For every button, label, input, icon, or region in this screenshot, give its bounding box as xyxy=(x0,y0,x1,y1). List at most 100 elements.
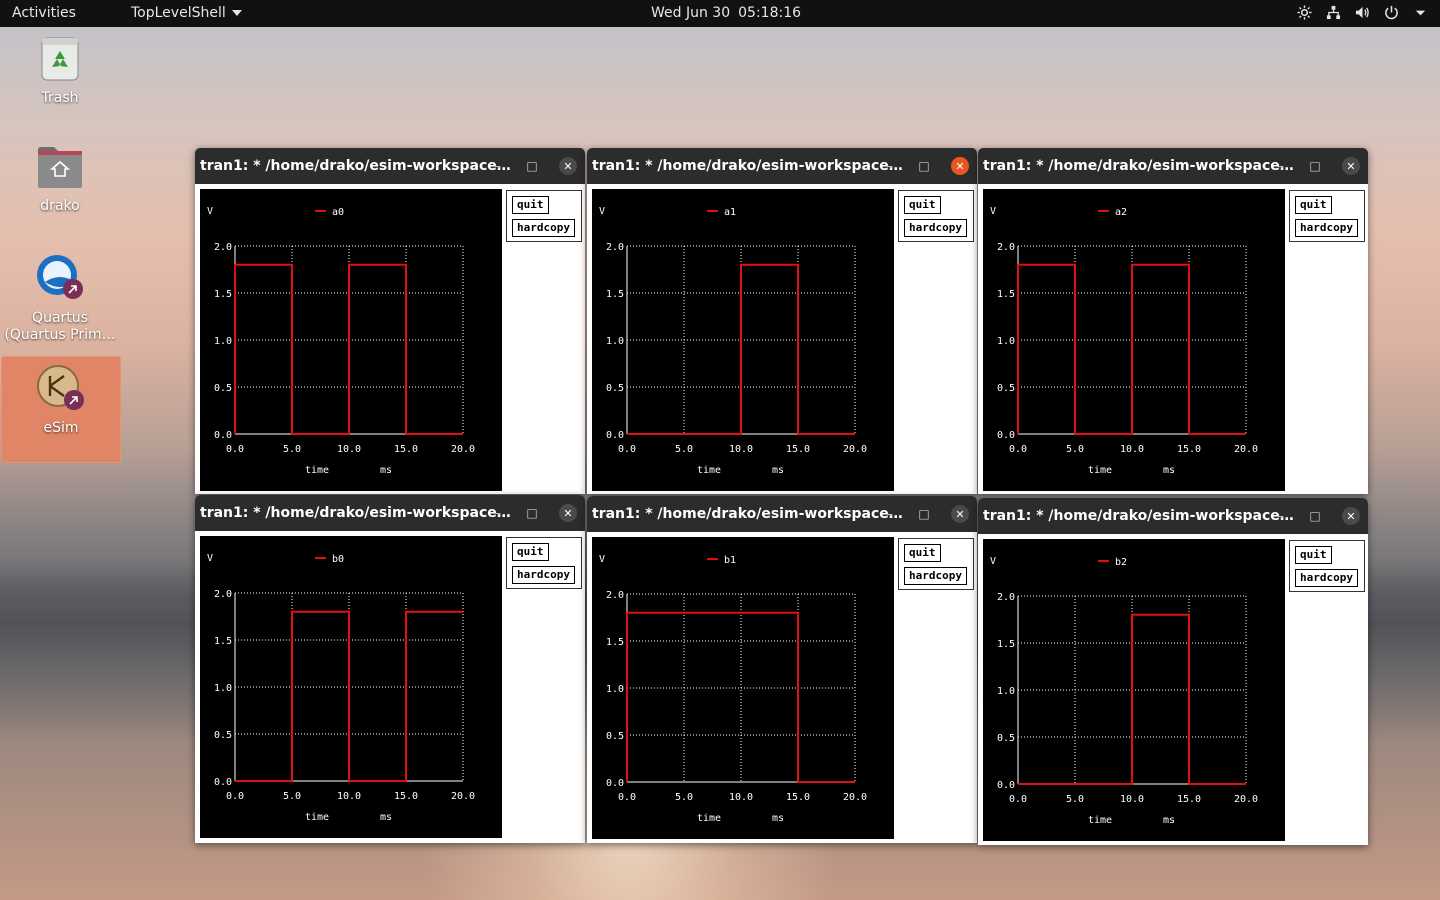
x-axis-unit: ms xyxy=(1163,815,1175,826)
y-tick-label: 0.0 xyxy=(214,430,232,441)
y-tick-label: 1.0 xyxy=(606,336,624,347)
window-titlebar[interactable]: tran1: * /home/drako/esim-workspace… – □… xyxy=(195,148,585,184)
maximize-icon[interactable]: □ xyxy=(1306,507,1324,525)
hardcopy-button[interactable]: hardcopy xyxy=(1295,569,1358,587)
hardcopy-button[interactable]: hardcopy xyxy=(904,567,967,585)
window-titlebar[interactable]: tran1: * /home/drako/esim-workspace… – □… xyxy=(587,496,977,532)
plot-window[interactable]: tran1: * /home/drako/esim-workspace… – □… xyxy=(195,148,585,494)
app-menu-label: TopLevelShell xyxy=(131,5,226,21)
x-axis-label: time xyxy=(1088,815,1112,826)
plot-area[interactable]: Vb1 0.0 5.0 10.0 15.0 20.0 0.0 0.5 1.0 1.5 2.0 time… xyxy=(592,537,894,839)
clock[interactable]: Wed Jun 30 05:18:16 xyxy=(651,5,801,21)
legend-label: a1 xyxy=(724,207,736,218)
quit-button[interactable]: quit xyxy=(512,196,549,214)
desktop-icon-esim[interactable]: eSim xyxy=(1,356,121,463)
waveform-chart: Va2 0.0 5.0 10.0 15.0 20.0 0.0 0.5 1.0 1.5 2.0 time… xyxy=(990,206,1258,476)
window-title: tran1: * /home/drako/esim-workspace… xyxy=(592,506,903,522)
close-icon[interactable]: ✕ xyxy=(1342,157,1360,175)
system-tray[interactable] xyxy=(1296,4,1428,20)
x-tick-label: 5.0 xyxy=(283,444,301,455)
plot-window[interactable]: tran1: * /home/drako/esim-workspace… – □… xyxy=(587,496,977,843)
waveform-trace-a0 xyxy=(234,263,463,435)
legend-label: b1 xyxy=(724,555,736,566)
window-title: tran1: * /home/drako/esim-workspace… xyxy=(200,158,511,174)
activities-button[interactable]: Activities xyxy=(12,5,76,21)
plot-window[interactable]: tran1: * /home/drako/esim-workspace… – □… xyxy=(978,498,1368,845)
plot-area[interactable]: Va0 0.0 5.0 10.0 15.0 20.0 0.0 0.5 1.0 1.5 2.0 time… xyxy=(200,189,502,491)
brightness-icon[interactable] xyxy=(1296,4,1312,20)
x-axis-unit: ms xyxy=(772,465,784,476)
waveform-chart: Va1 0.0 5.0 10.0 15.0 20.0 0.0 0.5 1.0 1.5 2.0 time… xyxy=(599,206,867,476)
window-titlebar[interactable]: tran1: * /home/drako/esim-workspace… – □… xyxy=(978,148,1368,184)
top-bar: Activities TopLevelShell Wed Jun 30 05:18… xyxy=(0,0,1440,27)
waveform-trace-a1 xyxy=(627,263,855,435)
x-axis-unit: ms xyxy=(1163,465,1175,476)
power-icon[interactable] xyxy=(1383,4,1399,20)
trash-icon xyxy=(1,34,119,86)
plot-window[interactable]: tran1: * /home/drako/esim-workspace… – □… xyxy=(587,148,977,494)
maximize-icon[interactable]: □ xyxy=(523,157,541,175)
x-axis-label: time xyxy=(305,812,329,823)
desktop-icon-quartus[interactable]: Quartus (Quartus Prim… xyxy=(1,252,119,344)
minimize-icon[interactable]: – xyxy=(881,157,899,175)
x-axis-label: time xyxy=(697,465,721,476)
minimize-icon[interactable]: – xyxy=(489,504,507,522)
quit-button[interactable]: quit xyxy=(904,544,941,562)
close-icon[interactable]: ✕ xyxy=(559,157,577,175)
close-icon[interactable]: ✕ xyxy=(951,157,969,175)
maximize-icon[interactable]: □ xyxy=(915,157,933,175)
quit-button[interactable]: quit xyxy=(1295,196,1332,214)
minimize-icon[interactable]: – xyxy=(489,157,507,175)
window-titlebar[interactable]: tran1: * /home/drako/esim-workspace… – □… xyxy=(195,495,585,531)
desktop-icon-trash[interactable]: Trash xyxy=(1,34,119,107)
maximize-icon[interactable]: □ xyxy=(1306,157,1324,175)
x-tick-label: 15.0 xyxy=(786,444,810,455)
close-icon[interactable]: ✕ xyxy=(951,505,969,523)
x-tick-label: 0.0 xyxy=(1009,794,1027,805)
quit-button[interactable]: quit xyxy=(904,196,941,214)
close-icon[interactable]: ✕ xyxy=(1342,507,1360,525)
plot-area[interactable]: Va2 0.0 5.0 10.0 15.0 20.0 0.0 0.5 1.0 1.5 2.0 time… xyxy=(983,189,1285,491)
maximize-icon[interactable]: □ xyxy=(523,504,541,522)
minimize-icon[interactable]: – xyxy=(881,505,899,523)
desktop-icon-home[interactable]: drako xyxy=(1,144,119,215)
waveform-trace-a2 xyxy=(1017,263,1246,435)
plot-area[interactable]: Vb0 0.0 5.0 10.0 15.0 20.0 0.0 0.5 1.0 1.5 2.0 time… xyxy=(200,536,502,838)
maximize-icon[interactable]: □ xyxy=(915,505,933,523)
network-icon[interactable] xyxy=(1325,4,1341,20)
window-titlebar[interactable]: tran1: * /home/drako/esim-workspace… – □… xyxy=(978,498,1368,534)
quit-button[interactable]: quit xyxy=(512,543,549,561)
x-tick-label: 20.0 xyxy=(1234,794,1258,805)
chevron-down-icon[interactable] xyxy=(1412,4,1428,20)
waveform-chart: Vb2 0.0 5.0 10.0 15.0 20.0 0.0 0.5 1.0 1.5 2.0 time… xyxy=(990,556,1258,826)
hardcopy-button[interactable]: hardcopy xyxy=(1295,219,1358,237)
minimize-icon[interactable]: – xyxy=(1272,157,1290,175)
x-tick-label: 10.0 xyxy=(1120,794,1144,805)
minimize-icon[interactable]: – xyxy=(1272,507,1290,525)
plot-area[interactable]: Va1 0.0 5.0 10.0 15.0 20.0 0.0 0.5 1.0 1.5 2.0 time… xyxy=(592,189,894,491)
volume-icon[interactable] xyxy=(1354,4,1370,20)
hardcopy-button[interactable]: hardcopy xyxy=(512,219,575,237)
window-titlebar[interactable]: tran1: * /home/drako/esim-workspace… – □… xyxy=(587,148,977,184)
close-icon[interactable]: ✕ xyxy=(559,504,577,522)
app-menu[interactable]: TopLevelShell xyxy=(131,5,242,21)
plot-window[interactable]: tran1: * /home/drako/esim-workspace… – □… xyxy=(195,495,585,843)
plot-button-panel: quit hardcopy xyxy=(506,537,582,589)
legend-label: b0 xyxy=(332,554,344,565)
hardcopy-button[interactable]: hardcopy xyxy=(512,566,575,584)
y-axis-label: V xyxy=(990,556,996,567)
x-tick-label: 5.0 xyxy=(675,792,693,803)
x-tick-label: 5.0 xyxy=(675,444,693,455)
y-tick-label: 2.0 xyxy=(606,590,624,601)
x-tick-label: 10.0 xyxy=(729,792,753,803)
y-tick-label: 2.0 xyxy=(997,592,1015,603)
quit-button[interactable]: quit xyxy=(1295,546,1332,564)
y-tick-label: 2.0 xyxy=(214,589,232,600)
y-axis-label: V xyxy=(990,206,996,217)
hardcopy-button[interactable]: hardcopy xyxy=(904,219,967,237)
y-tick-label: 0.5 xyxy=(214,383,232,394)
x-tick-label: 0.0 xyxy=(618,792,636,803)
plot-area[interactable]: Vb2 0.0 5.0 10.0 15.0 20.0 0.0 0.5 1.0 1.5 2.0 time… xyxy=(983,539,1285,841)
y-tick-label: 1.5 xyxy=(606,637,624,648)
plot-window[interactable]: tran1: * /home/drako/esim-workspace… – □… xyxy=(978,148,1368,494)
